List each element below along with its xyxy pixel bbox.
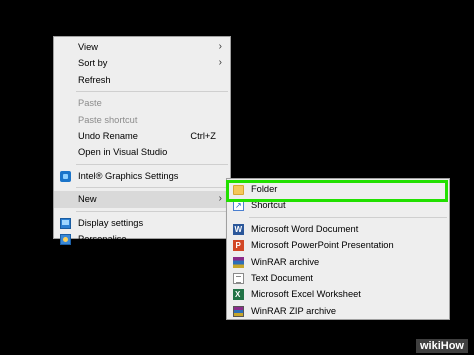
menu-item-label: Refresh [78, 74, 111, 85]
chevron-right-icon: › [218, 41, 222, 52]
submenu-item-winrar-archive[interactable]: WinRAR archive [227, 254, 449, 270]
menu-item-label: Personalise [78, 233, 127, 244]
personalise-icon [60, 233, 71, 245]
menu-item-label: Paste [78, 98, 102, 109]
submenu-item-excel-worksheet[interactable]: Microsoft Excel Worksheet [227, 286, 449, 304]
submenu-item-winrar-zip-archive[interactable]: WinRAR ZIP archive [227, 303, 449, 319]
menu-item-label: Display settings [78, 217, 144, 228]
submenu-item-word-document[interactable]: Microsoft Word Document [227, 221, 449, 238]
chevron-right-icon: › [218, 57, 222, 69]
menu-separator [76, 91, 228, 93]
winrar-zip-icon [233, 305, 244, 317]
submenu-item-text-document[interactable]: Text Document [227, 270, 449, 286]
menu-item-label: Microsoft Word Document [251, 223, 359, 234]
word-icon [233, 222, 244, 238]
menu-separator [249, 216, 447, 218]
watermark: wikiHow [415, 339, 468, 353]
winrar-icon [233, 256, 244, 268]
menu-item-view[interactable]: View › [54, 39, 230, 55]
folder-icon [233, 185, 244, 195]
menu-item-label: Sort by [78, 58, 108, 69]
chevron-right-icon: › [218, 193, 222, 205]
menu-item-sort-by[interactable]: Sort by › [54, 55, 230, 71]
menu-item-label: Paste shortcut [78, 114, 138, 125]
menu-item-label: Undo Rename [78, 130, 138, 141]
menu-item-label: Shortcut [251, 200, 286, 211]
menu-item-open-in-visual-studio[interactable]: Open in Visual Studio [54, 144, 230, 160]
menu-item-intel-graphics-settings[interactable]: Intel® Graphics Settings [54, 168, 230, 184]
menu-item-label: Folder [251, 184, 278, 194]
menu-item-label: New [78, 194, 97, 205]
display-settings-icon [60, 217, 71, 229]
submenu-item-shortcut[interactable]: Shortcut [227, 197, 449, 215]
menu-item-undo-rename[interactable]: Undo Rename Ctrl+Z [54, 128, 230, 144]
keyboard-shortcut: Ctrl+Z [190, 130, 216, 141]
excel-icon [233, 287, 244, 304]
menu-item-label: Text Document [251, 272, 314, 283]
new-submenu: Folder Shortcut Microsoft Word Document … [226, 178, 450, 320]
menu-item-display-settings[interactable]: Display settings [54, 215, 230, 231]
submenu-item-powerpoint-presentation[interactable]: Microsoft PowerPoint Presentation [227, 237, 449, 255]
menu-item-new[interactable]: New › [54, 191, 230, 208]
desktop-context-menu: View › Sort by › Refresh Paste Paste sho… [53, 36, 231, 245]
menu-item-refresh[interactable]: Refresh [54, 72, 230, 88]
powerpoint-icon [233, 238, 244, 255]
menu-item-label: WinRAR archive [251, 256, 320, 267]
menu-separator [76, 187, 228, 189]
menu-separator [76, 210, 228, 212]
menu-item-label: Intel® Graphics Settings [78, 170, 179, 181]
intel-icon [60, 170, 71, 182]
menu-item-label: WinRAR ZIP archive [251, 305, 337, 316]
menu-item-label: Microsoft Excel Worksheet [251, 289, 361, 300]
menu-item-paste[interactable]: Paste [54, 95, 230, 111]
menu-item-personalise[interactable]: Personalise [54, 231, 230, 247]
menu-item-paste-shortcut[interactable]: Paste shortcut [54, 112, 230, 128]
menu-item-label: Microsoft PowerPoint Presentation [251, 240, 394, 251]
submenu-item-folder[interactable]: Folder [227, 181, 449, 197]
menu-item-label: View [78, 42, 98, 52]
shortcut-icon [233, 198, 244, 215]
menu-item-label: Open in Visual Studio [78, 147, 168, 158]
text-document-icon [233, 272, 244, 284]
menu-separator [76, 163, 228, 165]
